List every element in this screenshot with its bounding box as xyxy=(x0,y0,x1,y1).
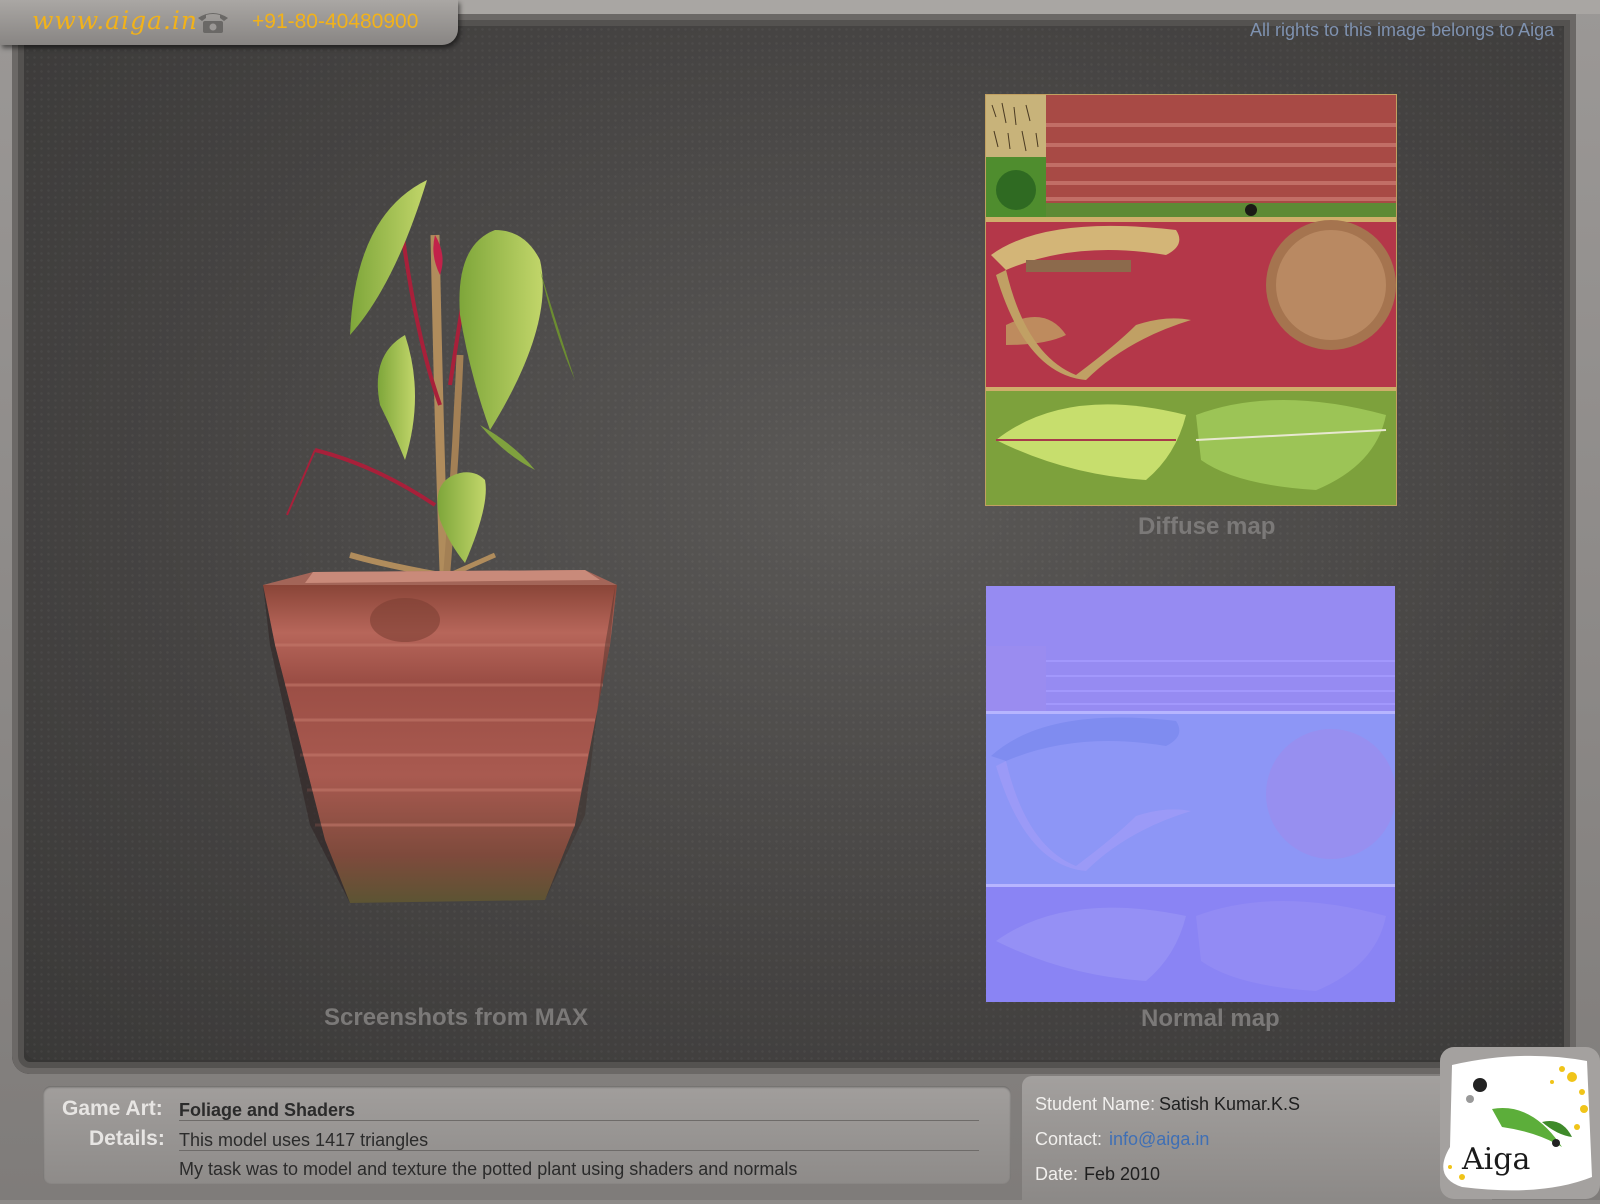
logo-text: Aiga xyxy=(1462,1142,1531,1177)
phone-number: +91-80-40480900 xyxy=(252,10,419,33)
detail-line-2: My task was to model and texture the pot… xyxy=(179,1159,798,1179)
project-info-panel: Game Art: Foliage and Shaders Details: T… xyxy=(43,1086,1011,1184)
contact-email-link[interactable]: info@aiga.in xyxy=(1109,1129,1209,1150)
site-url[interactable]: www.aiga.in xyxy=(32,6,198,35)
game-art-value: Foliage and Shaders xyxy=(179,1100,356,1120)
contact-label: Contact: xyxy=(1035,1129,1103,1149)
student-name-label: Student Name: xyxy=(1035,1094,1156,1114)
date-value: Feb 2010 xyxy=(1084,1164,1161,1184)
model-caption: Screenshots from MAX xyxy=(324,1004,589,1031)
potted-plant-render xyxy=(263,180,617,903)
normal-map-image xyxy=(986,586,1395,1002)
copyright-notice: All rights to this image belongs to Aiga xyxy=(1250,20,1555,40)
header-tab: www.aiga.in +91-80-40480900 xyxy=(0,0,458,45)
phone-icon xyxy=(198,13,228,33)
game-art-label: Game Art: xyxy=(62,1097,163,1120)
date-label: Date: xyxy=(1035,1164,1079,1184)
normal-caption: Normal map xyxy=(1141,1005,1280,1032)
details-label: Details: xyxy=(89,1127,165,1150)
diffuse-caption: Diffuse map xyxy=(1138,513,1276,540)
diffuse-map-image xyxy=(985,94,1397,506)
aiga-logo[interactable]: Aiga xyxy=(1422,1047,1600,1199)
divider xyxy=(179,1120,979,1121)
detail-line-1: This model uses 1417 triangles xyxy=(179,1130,429,1150)
divider xyxy=(179,1150,979,1151)
student-name-value: Satish Kumar.K.S xyxy=(1159,1094,1301,1114)
